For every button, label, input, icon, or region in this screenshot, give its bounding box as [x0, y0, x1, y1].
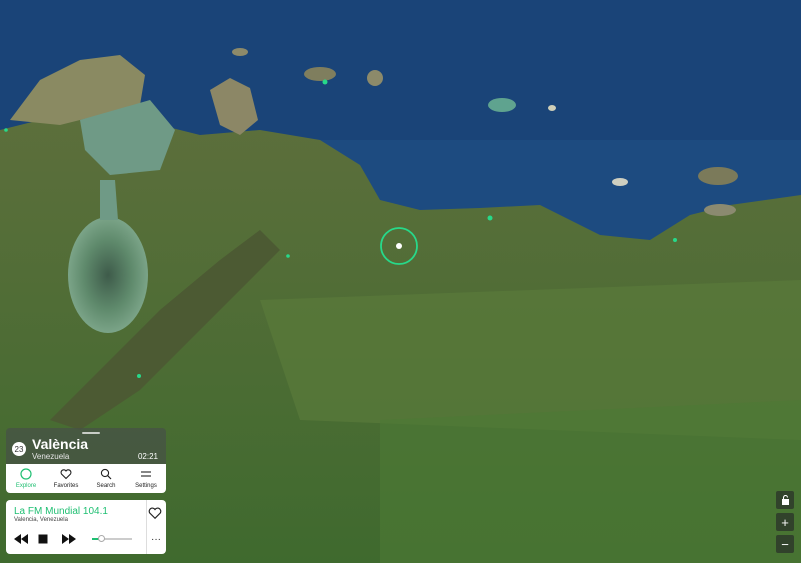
- nav-bar: Explore Favorites Search Settings: [6, 464, 166, 493]
- city-name: València: [32, 436, 89, 452]
- city-panel[interactable]: 23 València Venezuela 02:21: [6, 428, 166, 464]
- more-options-button[interactable]: ···: [148, 534, 164, 546]
- search-icon: [100, 468, 112, 480]
- zoom-in-button[interactable]: +: [776, 513, 794, 531]
- nav-explore[interactable]: Explore: [6, 464, 46, 493]
- heart-icon: [60, 469, 72, 480]
- settings-icon: [141, 471, 151, 477]
- station-location: Valencia, Venezuela: [14, 517, 68, 523]
- zoom-out-button[interactable]: −: [776, 535, 794, 553]
- nav-settings[interactable]: Settings: [126, 464, 166, 493]
- explore-icon: [20, 468, 32, 480]
- nav-favorites-label: Favorites: [53, 483, 79, 489]
- rewind-button[interactable]: [14, 534, 28, 544]
- local-time: 02:21: [137, 452, 158, 461]
- nav-search-label: Search: [96, 483, 116, 489]
- fast-forward-button[interactable]: [62, 534, 76, 544]
- selected-location-dot: [396, 243, 402, 249]
- player-divider: [146, 500, 147, 554]
- nav-settings-label: Settings: [135, 483, 157, 489]
- lock-button[interactable]: [776, 491, 794, 509]
- volume-slider[interactable]: [92, 535, 132, 542]
- nav-favorites[interactable]: Favorites: [46, 464, 86, 493]
- station-count-badge: 23: [12, 442, 26, 456]
- city-country: Venezuela: [32, 452, 70, 461]
- drag-handle[interactable]: [82, 432, 100, 434]
- favorite-heart-icon[interactable]: [148, 506, 162, 520]
- nav-explore-label: Explore: [15, 483, 37, 489]
- lock-icon: [781, 495, 789, 505]
- nav-search[interactable]: Search: [86, 464, 126, 493]
- volume-knob[interactable]: [97, 535, 105, 542]
- player: La FM Mundial 104.1 Valencia, Venezuela …: [6, 500, 166, 554]
- map-controls: + −: [776, 491, 794, 557]
- stop-button[interactable]: [38, 534, 48, 544]
- station-name[interactable]: La FM Mundial 104.1: [14, 506, 108, 517]
